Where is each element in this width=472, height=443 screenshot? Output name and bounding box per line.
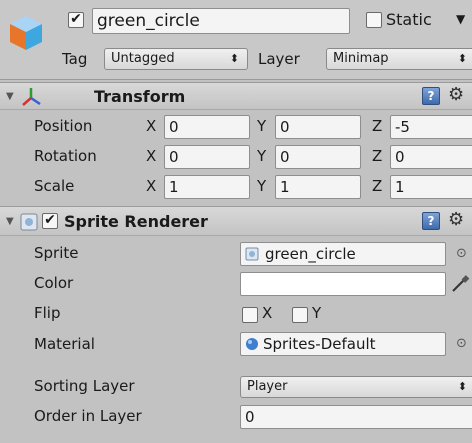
sprite-value: green_circle	[265, 245, 356, 263]
material-label: Material	[34, 335, 95, 353]
tag-label: Tag	[62, 50, 88, 68]
axis-z-label: Z	[372, 177, 383, 195]
rotation-label: Rotation	[34, 147, 97, 165]
order-in-layer-label: Order in Layer	[34, 407, 142, 425]
object-picker-icon[interactable]: ⊙	[456, 246, 467, 261]
gameobject-name-field[interactable]: green_circle	[92, 8, 350, 34]
position-x-field[interactable]: 0	[164, 115, 250, 139]
position-y-field[interactable]: 0	[275, 115, 361, 139]
layer-dropdown[interactable]: Minimap ⬍	[326, 48, 472, 70]
layer-value: Minimap	[333, 51, 389, 66]
gear-icon[interactable]: ⚙	[448, 84, 464, 105]
tag-value: Untagged	[111, 51, 175, 66]
sprite-renderer-title: Sprite Renderer	[64, 212, 208, 231]
rotation-y-field[interactable]: 0	[275, 145, 361, 169]
axis-y-label: Y	[257, 147, 267, 165]
help-icon[interactable]: ?	[422, 212, 440, 230]
axis-x-label: X	[146, 117, 157, 135]
sprite-asset-icon	[245, 247, 259, 261]
scale-x-field[interactable]: 1	[164, 175, 250, 199]
sorting-layer-dropdown-arrow: ⬍	[457, 380, 467, 393]
scale-y-field[interactable]: 1	[275, 175, 361, 199]
position-label: Position	[34, 117, 93, 135]
scale-label: Scale	[34, 177, 75, 195]
tag-dropdown-arrow: ⬍	[229, 52, 239, 65]
eyedropper-icon[interactable]	[450, 274, 470, 294]
flip-y-label: Y	[312, 304, 322, 322]
flip-x-checkbox[interactable]	[242, 307, 258, 323]
axis-z-label: Z	[372, 147, 383, 165]
sprite-renderer-body: Sprite green_circle ⊙ Color Flip X Y Mat…	[0, 237, 472, 443]
color-field[interactable]	[240, 272, 446, 296]
sprite-renderer-enabled-checkbox[interactable]: ✔	[42, 213, 58, 229]
foldout-arrow-icon[interactable]: ▼	[6, 91, 14, 102]
help-icon[interactable]: ?	[422, 87, 440, 105]
layer-dropdown-arrow: ⬍	[457, 52, 467, 65]
active-checkbox[interactable]: ✔	[68, 12, 84, 28]
sprite-renderer-header[interactable]: ▼ ✔ Sprite Renderer ? ⚙	[0, 206, 472, 236]
transform-body: Position X 0 Y 0 Z -5 Rotation X 0 Y 0 Z…	[0, 111, 472, 204]
sprite-object-field[interactable]: green_circle	[240, 242, 446, 266]
gameobject-header: ✔ green_circle Static ▼ Tag Untagged ⬍ L…	[0, 0, 472, 80]
order-in-layer-field[interactable]: 0	[240, 405, 472, 429]
sorting-layer-label: Sorting Layer	[34, 377, 135, 395]
material-object-field[interactable]: Sprites-Default	[240, 332, 446, 356]
axis-y-label: Y	[257, 117, 267, 135]
color-label: Color	[34, 274, 74, 292]
gear-icon[interactable]: ⚙	[448, 209, 464, 230]
material-sphere-icon	[246, 338, 258, 350]
scale-z-field[interactable]: 1	[390, 175, 472, 199]
sorting-layer-value: Player	[247, 379, 288, 394]
rotation-x-field[interactable]: 0	[164, 145, 250, 169]
cube-icon	[10, 16, 42, 50]
static-dropdown-arrow[interactable]: ▼	[456, 12, 465, 26]
tag-dropdown[interactable]: Untagged ⬍	[104, 48, 248, 70]
layer-label: Layer	[258, 50, 300, 68]
transform-axes-icon	[22, 88, 41, 106]
sorting-layer-dropdown[interactable]: Player ⬍	[240, 376, 472, 398]
flip-x-label: X	[262, 304, 273, 322]
sprite-label: Sprite	[34, 244, 79, 262]
flip-label: Flip	[34, 304, 61, 322]
object-picker-icon[interactable]: ⊙	[456, 336, 467, 351]
axis-y-label: Y	[257, 177, 267, 195]
foldout-arrow-icon[interactable]: ▼	[6, 216, 14, 227]
flip-y-checkbox[interactable]	[292, 307, 308, 323]
static-checkbox[interactable]	[366, 12, 382, 28]
material-value: Sprites-Default	[263, 335, 376, 353]
position-z-field[interactable]: -5	[390, 115, 472, 139]
axis-z-label: Z	[372, 117, 383, 135]
axis-x-label: X	[146, 177, 157, 195]
transform-title: Transform	[94, 87, 186, 106]
sprite-renderer-icon	[20, 213, 38, 231]
static-label: Static	[386, 10, 432, 29]
axis-x-label: X	[146, 147, 157, 165]
transform-header[interactable]: ▼ Transform ? ⚙	[0, 82, 472, 110]
rotation-z-field[interactable]: 0	[390, 145, 472, 169]
